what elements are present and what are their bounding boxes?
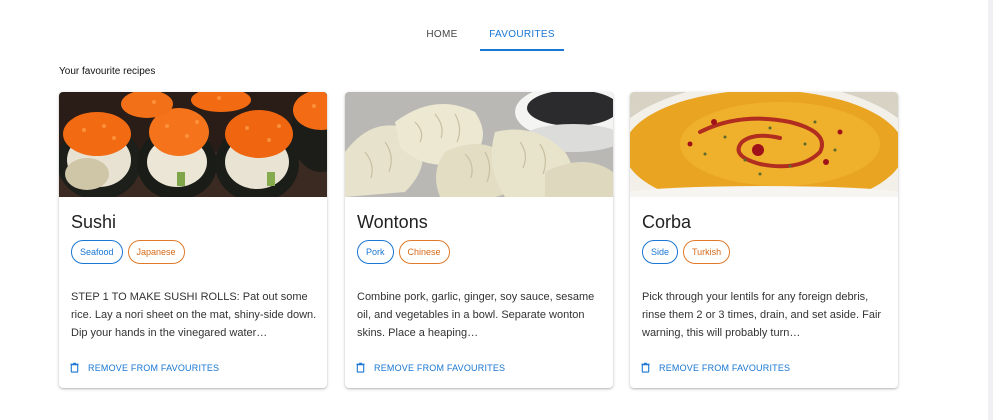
recipe-card[interactable]: Wontons Pork Chinese Combine pork, garli…: [345, 92, 613, 388]
category-chip[interactable]: Side: [642, 240, 679, 264]
wontons-image: [345, 92, 613, 197]
tab-home[interactable]: HOME: [409, 18, 475, 51]
category-chip[interactable]: Pork: [357, 240, 394, 264]
corba-soup-image: [630, 92, 898, 197]
recipe-tags: Pork Chinese: [357, 240, 450, 264]
tab-favourites[interactable]: FAVOURITES: [480, 18, 564, 51]
remove-label: REMOVE FROM FAVOURITES: [659, 362, 791, 373]
recipe-title: Wontons: [357, 212, 428, 232]
recipe-title: Sushi: [71, 212, 117, 232]
remove-label: REMOVE FROM FAVOURITES: [88, 362, 220, 373]
favourites-page: HOME FAVOURITES Your favourite recipes S…: [0, 0, 993, 420]
tab-bar: HOME FAVOURITES: [0, 18, 973, 51]
remove-from-favourites-button[interactable]: REMOVE FROM FAVOURITES: [69, 362, 219, 373]
recipe-description: Combine pork, garlic, ginger, soy sauce,…: [357, 291, 595, 339]
recipe-card[interactable]: Sushi Seafood Japanese STEP 1 TO MAKE SU…: [59, 92, 327, 388]
area-chip[interactable]: Japanese: [127, 240, 185, 264]
recipe-card[interactable]: Corba Side Turkish Pick through your len…: [630, 92, 898, 388]
category-chip[interactable]: Seafood: [71, 240, 123, 264]
area-chip[interactable]: Turkish: [683, 240, 731, 264]
section-heading: Your favourite recipes: [59, 66, 156, 77]
scrollbar-track[interactable]: [988, 0, 993, 420]
sushi-rolls-image: [59, 92, 327, 197]
recipe-tags: Side Turkish: [642, 240, 731, 264]
recipe-description: STEP 1 TO MAKE SUSHI ROLLS: Pat out some…: [71, 291, 317, 339]
remove-from-favourites-button[interactable]: REMOVE FROM FAVOURITES: [355, 362, 505, 373]
recipe-description: Pick through your lentils for any foreig…: [642, 291, 882, 339]
recipe-title: Corba: [642, 212, 692, 232]
remove-from-favourites-button[interactable]: REMOVE FROM FAVOURITES: [640, 362, 790, 373]
trash-icon: [356, 362, 365, 373]
recipe-tags: Seafood Japanese: [71, 240, 185, 264]
trash-icon: [641, 362, 650, 373]
trash-icon: [70, 362, 79, 373]
area-chip[interactable]: Chinese: [398, 240, 450, 264]
remove-label: REMOVE FROM FAVOURITES: [374, 362, 506, 373]
